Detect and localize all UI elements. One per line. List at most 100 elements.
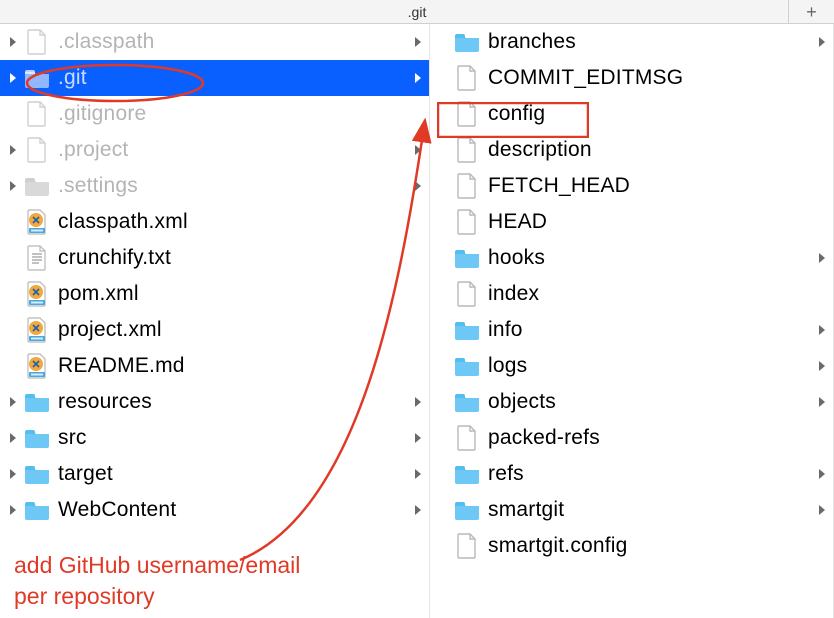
disclosure-arrow-icon <box>4 72 22 84</box>
column-child[interactable]: branches COMMIT_EDITMSGconfig description F… <box>430 24 834 618</box>
file-row[interactable]: logs <box>430 348 833 384</box>
file-icon <box>26 101 48 127</box>
folder-icon <box>454 392 480 412</box>
file-row[interactable]: WebContent <box>0 492 429 528</box>
new-tab-button[interactable]: + <box>788 0 834 24</box>
file-icon <box>456 533 478 559</box>
folder-icon <box>24 176 50 196</box>
file-icon <box>456 101 478 127</box>
folder-icon <box>24 428 50 448</box>
file-name-label: description <box>488 138 592 162</box>
file-name-label: HEAD <box>488 210 547 234</box>
file-row[interactable]: smartgit <box>430 492 833 528</box>
file-row[interactable]: smartgit.config <box>430 528 833 564</box>
file-name-label: WebContent <box>58 498 176 522</box>
file-row[interactable]: classpath.xml <box>0 204 429 240</box>
expand-arrow-icon <box>413 179 423 193</box>
file-row[interactable]: info <box>430 312 833 348</box>
folder-icon <box>24 68 50 88</box>
disclosure-arrow-icon <box>4 36 22 48</box>
file-name-label: index <box>488 282 539 306</box>
file-icon <box>26 137 48 163</box>
file-name-label: FETCH_HEAD <box>488 174 630 198</box>
xml-file-icon <box>26 353 48 379</box>
file-row[interactable]: FETCH_HEAD <box>430 168 833 204</box>
file-row[interactable]: index <box>430 276 833 312</box>
file-row[interactable]: .git <box>0 60 429 96</box>
folder-icon <box>454 356 480 376</box>
file-name-label: logs <box>488 354 527 378</box>
file-row[interactable]: packed-refs <box>430 420 833 456</box>
file-row[interactable]: README.md <box>0 348 429 384</box>
file-name-label: objects <box>488 390 556 414</box>
file-row[interactable]: pom.xml <box>0 276 429 312</box>
expand-arrow-icon <box>817 359 827 373</box>
file-name-label: smartgit <box>488 498 564 522</box>
file-name-label: crunchify.txt <box>58 246 171 270</box>
folder-icon <box>454 32 480 52</box>
folder-icon <box>454 464 480 484</box>
disclosure-arrow-icon <box>4 468 22 480</box>
file-row[interactable]: hooks <box>430 240 833 276</box>
file-name-label: .git <box>58 66 87 90</box>
file-icon <box>26 29 48 55</box>
file-row[interactable]: .project <box>0 132 429 168</box>
file-row[interactable]: .gitignore <box>0 96 429 132</box>
folder-icon <box>454 500 480 520</box>
file-row[interactable]: objects <box>430 384 833 420</box>
expand-arrow-icon <box>817 251 827 265</box>
expand-arrow-icon <box>817 503 827 517</box>
disclosure-arrow-icon <box>4 432 22 444</box>
file-row[interactable]: resources <box>0 384 429 420</box>
file-icon <box>456 425 478 451</box>
file-name-label: COMMIT_EDITMSG <box>488 66 683 90</box>
file-row[interactable]: COMMIT_EDITMSG <box>430 60 833 96</box>
file-name-label: target <box>58 462 113 486</box>
file-name-label: branches <box>488 30 576 54</box>
file-name-label: packed-refs <box>488 426 600 450</box>
column-view: .classpath .git .gitignore .project .setting… <box>0 24 834 618</box>
expand-arrow-icon <box>817 395 827 409</box>
column-parent[interactable]: .classpath .git .gitignore .project .setting… <box>0 24 430 618</box>
expand-arrow-icon <box>413 467 423 481</box>
folder-icon <box>24 500 50 520</box>
file-row[interactable]: .classpath <box>0 24 429 60</box>
expand-arrow-icon <box>413 35 423 49</box>
file-name-label: src <box>58 426 87 450</box>
file-row[interactable]: src <box>0 420 429 456</box>
file-row[interactable]: branches <box>430 24 833 60</box>
file-name-label: README.md <box>58 354 185 378</box>
file-row[interactable]: target <box>0 456 429 492</box>
xml-file-icon <box>26 317 48 343</box>
file-row[interactable]: refs <box>430 456 833 492</box>
file-name-label: smartgit.config <box>488 534 628 558</box>
expand-arrow-icon <box>413 395 423 409</box>
disclosure-arrow-icon <box>4 396 22 408</box>
expand-arrow-icon <box>413 71 423 85</box>
window-title: .git <box>408 4 427 20</box>
folder-icon <box>454 248 480 268</box>
file-icon <box>456 281 478 307</box>
expand-arrow-icon <box>413 503 423 517</box>
expand-arrow-icon <box>817 323 827 337</box>
plus-icon: + <box>806 2 817 23</box>
folder-icon <box>454 320 480 340</box>
file-row[interactable]: description <box>430 132 833 168</box>
folder-icon <box>24 464 50 484</box>
file-row[interactable]: project.xml <box>0 312 429 348</box>
disclosure-arrow-icon <box>4 504 22 516</box>
file-icon <box>456 173 478 199</box>
text-file-icon <box>26 245 48 271</box>
file-name-label: pom.xml <box>58 282 139 306</box>
file-name-label: .project <box>58 138 128 162</box>
file-row[interactable]: crunchify.txt <box>0 240 429 276</box>
file-row[interactable]: HEAD <box>430 204 833 240</box>
file-row[interactable]: .settings <box>0 168 429 204</box>
xml-file-icon <box>26 281 48 307</box>
xml-file-icon <box>26 209 48 235</box>
file-name-label: project.xml <box>58 318 162 342</box>
file-row[interactable]: config <box>430 96 833 132</box>
file-icon <box>456 209 478 235</box>
expand-arrow-icon <box>817 467 827 481</box>
file-name-label: .classpath <box>58 30 155 54</box>
